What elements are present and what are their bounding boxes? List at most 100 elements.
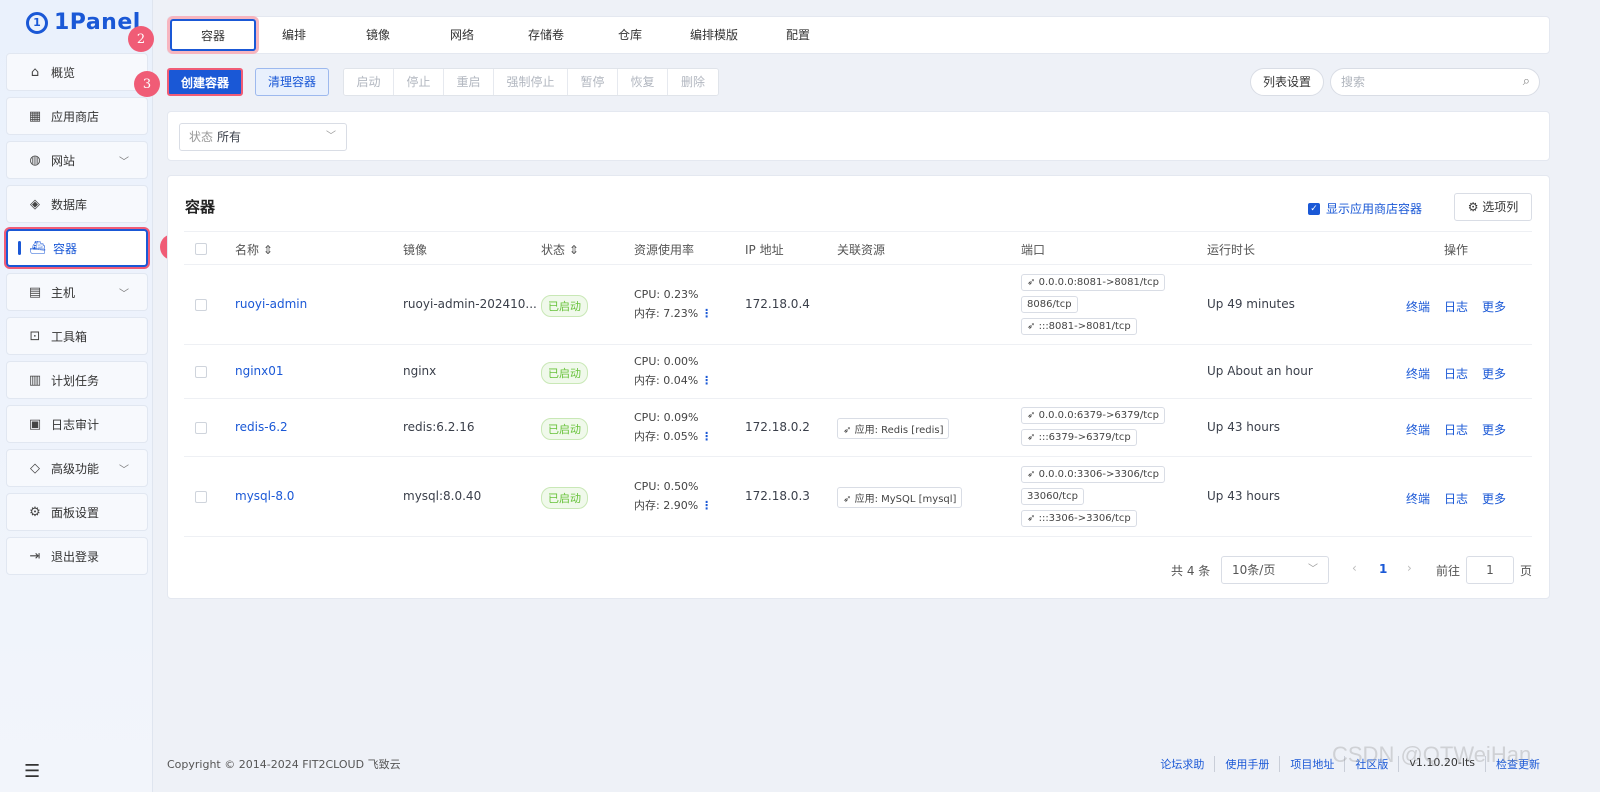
sidebar-item-label: 面板设置 <box>51 505 100 520</box>
goto-page-input[interactable]: 1 <box>1466 556 1514 584</box>
restart-button[interactable]: 重启 <box>444 69 494 95</box>
container-name-link[interactable]: nginx01 <box>235 364 284 378</box>
terminal-link[interactable]: 终端 <box>1406 423 1430 437</box>
more-vertical-icon[interactable]: ⋮ <box>701 307 712 320</box>
sidebar-item-container[interactable]: ⛴ 容器 <box>6 229 148 267</box>
manual-link[interactable]: 使用手册 <box>1215 756 1281 772</box>
status-filter-select[interactable]: 状态 所有 ﹀ <box>179 123 347 151</box>
terminal-link[interactable]: 终端 <box>1406 492 1430 506</box>
sidebar-item-cronjob[interactable]: ▥ 计划任务 <box>6 361 148 399</box>
forum-link[interactable]: 论坛求助 <box>1150 756 1216 772</box>
sidebar-item-log-audit[interactable]: ▣ 日志审计 <box>6 405 148 443</box>
send-icon: ➶ <box>1027 513 1036 524</box>
column-options-button[interactable]: ⚙ 选项列 <box>1454 193 1532 221</box>
more-link[interactable]: 更多 <box>1482 300 1506 314</box>
tab-network[interactable]: 网络 <box>419 17 505 53</box>
container-name-link[interactable]: redis-6.2 <box>235 420 288 434</box>
prev-page-icon[interactable]: ‹ <box>1352 561 1357 575</box>
status-badge: 已启动 <box>541 418 588 440</box>
clean-container-button[interactable]: 清理容器 <box>255 68 329 96</box>
sidebar-item-database[interactable]: ◈ 数据库 <box>6 185 148 223</box>
diamond-icon: ◇ <box>30 460 40 476</box>
more-vertical-icon[interactable]: ⋮ <box>701 499 712 512</box>
terminal-link[interactable]: 终端 <box>1406 367 1430 381</box>
port-tag[interactable]: ➶ 0.0.0.0:6379->6379/tcp <box>1021 407 1165 424</box>
annotation-badge-3: 3 <box>134 71 160 97</box>
terminal-link[interactable]: 终端 <box>1406 300 1430 314</box>
sidebar-item-settings[interactable]: ⚙ 面板设置 <box>6 493 148 531</box>
sidebar-item-website[interactable]: ◍ 网站 ﹀ <box>6 141 148 179</box>
more-vertical-icon[interactable]: ⋮ <box>701 374 712 387</box>
tab-config[interactable]: 配置 <box>755 17 841 53</box>
port-tag[interactable]: ➶ 0.0.0.0:8081->8081/tcp <box>1021 274 1165 291</box>
port-tag[interactable]: ➶ :::6379->6379/tcp <box>1021 429 1137 446</box>
app-logo[interactable]: 1 1Panel <box>26 10 141 35</box>
log-link[interactable]: 日志 <box>1444 367 1468 381</box>
more-link[interactable]: 更多 <box>1482 492 1506 506</box>
related-resource-tag[interactable]: ➶ 应用: Redis [redis] <box>837 418 950 439</box>
checkbox-checked-icon: ✓ <box>1308 202 1320 215</box>
row-checkbox[interactable] <box>195 366 207 378</box>
more-vertical-icon[interactable]: ⋮ <box>701 430 712 443</box>
table-row: mysql-8.0 mysql:8.0.40 已启动 CPU: 0.50% 内存… <box>184 457 1532 537</box>
chevron-down-icon: ﹀ <box>119 156 129 168</box>
container-name-link[interactable]: mysql-8.0 <box>235 489 294 503</box>
list-settings-button[interactable]: 列表设置 <box>1250 68 1324 96</box>
page-size-select[interactable]: 10条/页 ﹀ <box>1221 556 1329 584</box>
logo-icon: 1 <box>26 11 48 34</box>
sidebar-item-overview[interactable]: ⌂ 概览 <box>6 53 148 91</box>
port-tag[interactable]: 33060/tcp <box>1021 488 1084 505</box>
create-container-button[interactable]: 创建容器 <box>167 68 243 96</box>
log-link[interactable]: 日志 <box>1444 300 1468 314</box>
tab-volume[interactable]: 存储卷 <box>503 17 589 53</box>
container-image: ruoyi-admin-202410... <box>403 297 537 311</box>
log-link[interactable]: 日志 <box>1444 492 1468 506</box>
chevron-down-icon: ﹀ <box>1308 564 1318 575</box>
show-store-checkbox[interactable]: ✓ 显示应用商店容器 <box>1308 200 1422 217</box>
pause-button[interactable]: 暂停 <box>568 69 618 95</box>
collapse-menu-icon[interactable]: ☰ <box>24 761 40 782</box>
related-resource-tag[interactable]: ➶ 应用: MySQL [mysql] <box>837 487 963 508</box>
port-tag[interactable]: ➶ 0.0.0.0:3306->3306/tcp <box>1021 466 1165 483</box>
search-input[interactable]: 搜索 ⌕ <box>1330 68 1540 96</box>
header-ip: IP 地址 <box>745 243 784 257</box>
port-tag[interactable]: 8086/tcp <box>1021 296 1078 313</box>
header-status[interactable]: 状态 ⇕ <box>541 241 579 258</box>
delete-button[interactable]: 删除 <box>668 69 718 95</box>
sidebar-item-advanced[interactable]: ◇ 高级功能 ﹀ <box>6 449 148 487</box>
resource-usage: CPU: 0.09% 内存: 0.05% ⋮ <box>634 408 712 446</box>
sidebar-item-toolbox[interactable]: ⊡ 工具箱 <box>6 317 148 355</box>
tab-compose[interactable]: 编排 <box>251 17 337 53</box>
force-stop-button[interactable]: 强制停止 <box>494 69 568 95</box>
uptime: Up About an hour <box>1207 364 1313 378</box>
resume-button[interactable]: 恢复 <box>618 69 668 95</box>
port-tag[interactable]: ➶ :::3306->3306/tcp <box>1021 510 1137 527</box>
resource-usage: CPU: 0.00% 内存: 0.04% ⋮ <box>634 352 712 390</box>
more-link[interactable]: 更多 <box>1482 423 1506 437</box>
stop-button[interactable]: 停止 <box>394 69 444 95</box>
sidebar-item-app-store[interactable]: ▦ 应用商店 <box>6 97 148 135</box>
row-checkbox[interactable] <box>195 422 207 434</box>
sidebar-item-logout[interactable]: ⇥ 退出登录 <box>6 537 148 575</box>
mem-usage: 内存: 0.04% <box>634 374 699 387</box>
tab-container[interactable]: 容器 <box>170 19 256 51</box>
more-link[interactable]: 更多 <box>1482 367 1506 381</box>
sidebar-item-host[interactable]: ▤ 主机 ﹀ <box>6 273 148 311</box>
port-tag[interactable]: ➶ :::8081->8081/tcp <box>1021 318 1137 335</box>
container-tabs: 容器 编排 镜像 网络 存储卷 仓库 编排模版 配置 <box>167 16 1550 54</box>
tab-compose-template[interactable]: 编排模版 <box>671 17 757 53</box>
header-name[interactable]: 名称 ⇕ <box>235 241 273 258</box>
start-button[interactable]: 启动 <box>344 69 394 95</box>
sidebar-item-label: 退出登录 <box>51 549 100 564</box>
tab-repo[interactable]: 仓库 <box>587 17 673 53</box>
page-number[interactable]: 1 <box>1379 562 1387 576</box>
log-link[interactable]: 日志 <box>1444 423 1468 437</box>
select-all-checkbox[interactable] <box>195 243 207 255</box>
next-page-icon[interactable]: › <box>1407 561 1412 575</box>
tab-image[interactable]: 镜像 <box>335 17 421 53</box>
container-table: 名称 ⇕ 镜像 状态 ⇕ 资源使用率 IP 地址 关联资源 端口 运行时长 操作… <box>184 231 1532 537</box>
table-row: nginx01 nginx 已启动 CPU: 0.00% 内存: 0.04% ⋮ … <box>184 345 1532 399</box>
row-checkbox[interactable] <box>195 299 207 311</box>
row-checkbox[interactable] <box>195 491 207 503</box>
container-name-link[interactable]: ruoyi-admin <box>235 297 307 311</box>
